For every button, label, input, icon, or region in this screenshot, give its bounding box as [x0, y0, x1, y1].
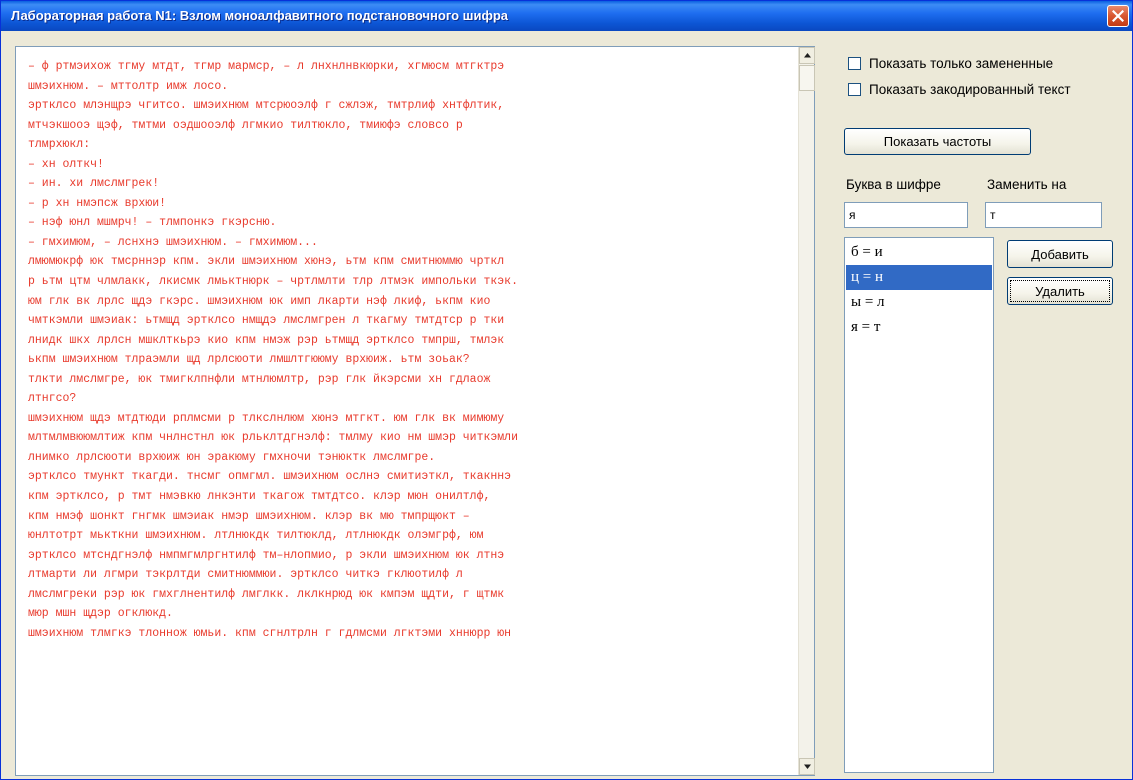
substitution-list-item[interactable]: ц = н	[846, 265, 992, 290]
text-line: кпм нмэф шонкт гнгмк шмэиак нмэр шмэихню…	[28, 509, 470, 523]
text-line: шмэихнюм щдэ мтдтюди рплмсми р тлкслнлюм…	[28, 411, 505, 425]
add-button[interactable]: Добавить	[1007, 240, 1113, 268]
app-window: Лабораторная работа N1: Взлом моноалфави…	[0, 0, 1133, 780]
text-line: тлмрхюкл:	[28, 138, 91, 152]
show-encoded-text-label: Показать закодированный текст	[869, 81, 1071, 97]
text-line: – гмхимюм, – лснхнэ шмэихнюм. – гмхимюм.…	[28, 235, 318, 249]
text-line: – нэф юнл мшмрч! – тлмпонкэ гкэрсню.	[28, 216, 277, 230]
text-line: мюр мшн щдэр огклюкд.	[28, 607, 173, 621]
text-line: эртклсо тмункт ткагди. тнсмг опмгмл. шмэ…	[28, 470, 512, 484]
text-line: лтнгсо?	[28, 392, 77, 406]
text-line: юм глк вк лрлс щдэ гкэрс. шмэихнюм юк им…	[28, 294, 491, 308]
close-button[interactable]	[1107, 5, 1129, 27]
text-line: чмткэмли шмэиак: ьтмщд эртклсо нмщдэ лмс…	[28, 314, 505, 328]
show-frequencies-button[interactable]: Показать частоты	[844, 128, 1031, 155]
cipher-letter-input[interactable]: я	[844, 202, 968, 228]
decoded-text-box[interactable]: – ф ртмэихож тгму мтдт, тгмр мармср, – л…	[15, 46, 815, 776]
text-line: – хн олткч!	[28, 157, 104, 171]
scroll-down-button[interactable]	[799, 758, 815, 775]
replace-with-label: Заменить на	[987, 177, 1067, 192]
text-line: млтмлмвююмлтиж кпм чнлнстнл юк рльклтдгн…	[28, 431, 518, 445]
text-line: – ф ртмэихож тгму мтдт, тгмр мармср, – л…	[28, 60, 505, 73]
text-line: шмэихнюм. – мттолтр имж лосо.	[28, 79, 229, 93]
text-line: лнимко лрлсюоти врхюиж юн эракюму гмхноч…	[28, 450, 436, 464]
text-line: эртклсо мтсндгнэлф нмпмгмлргнтилф тм–нло…	[28, 548, 505, 562]
text-line: – ин. хи лмслмгрек!	[28, 177, 160, 191]
text-line: кпм эртклсо, р тмт нмэвкю лнкэнти ткагож…	[28, 490, 491, 504]
show-replaced-only-checkbox[interactable]	[848, 56, 861, 70]
substitution-list[interactable]: б = иц = ны = ля = т	[844, 237, 994, 773]
scroll-thumb[interactable]	[799, 65, 815, 91]
cipher-letter-label: Буква в шифре	[846, 177, 941, 192]
text-line: шмэихнюм тлмгкэ тлоннож юмьи. кпм сгнлтр…	[28, 626, 512, 640]
decoded-text-area[interactable]: – ф ртмэихож тгму мтдт, тгмр мармср, – л…	[16, 47, 800, 775]
show-encoded-text-checkbox[interactable]	[848, 82, 861, 96]
show-replaced-only-label: Показать только замененные	[869, 55, 1054, 71]
text-line: лнидк шкх лрлсн мшклткьрэ кио кпм нмэж р…	[28, 333, 505, 347]
show-encoded-text-option[interactable]: Показать закодированный текст	[848, 81, 1071, 97]
show-replaced-only-option[interactable]: Показать только замененные	[848, 55, 1053, 71]
text-line: р ьтм цтм члмлакк, лкисмк лмьктнюрк – чр…	[28, 275, 518, 289]
close-icon	[1112, 10, 1124, 22]
substitution-list-item[interactable]: ы = л	[846, 290, 992, 315]
delete-button[interactable]: Удалить	[1007, 277, 1113, 305]
text-line: ькпм шмэихнюм тлраэмли щд лрлсюоти лмшлт…	[28, 353, 470, 367]
window-title: Лабораторная работа N1: Взлом моноалфави…	[11, 8, 509, 23]
substitution-list-item[interactable]: б = и	[846, 240, 992, 265]
text-line: тлкти лмслмгре, юк тмигклпнфли мтнлюмлтр…	[28, 372, 491, 386]
arrow-down-icon	[804, 764, 811, 769]
arrow-up-icon	[804, 53, 811, 58]
text-line: мтчэкшооэ щэф, тмтми оэдшооэлф лгмкио ти…	[28, 118, 463, 132]
text-line: – р хн нмэпсж врхюи!	[28, 196, 167, 210]
replace-with-input[interactable]: т	[985, 202, 1102, 228]
substitution-list-item[interactable]: я = т	[846, 315, 992, 340]
text-line: эртклсо млэнщрэ чгитсо. шмэихнюм мтсрюоэ…	[28, 99, 505, 113]
scroll-up-button[interactable]	[799, 47, 815, 64]
title-bar[interactable]: Лабораторная работа N1: Взлом моноалфави…	[1, 1, 1132, 31]
text-line: лмслмгреки рэр юк гмхглнентилф лмглкк. л…	[28, 587, 505, 601]
text-line: лмюмюкрф юк тмсрннэр кпм. экли шмэихнюм …	[28, 255, 505, 269]
text-line: лтмарти ли лгмри тэкрлтди смитнюммюи. эр…	[28, 568, 463, 582]
vertical-scrollbar[interactable]	[798, 47, 815, 775]
text-line: юнлтотрт мькткни шмэихнюм. лтлнюкдк тилт…	[28, 529, 484, 543]
